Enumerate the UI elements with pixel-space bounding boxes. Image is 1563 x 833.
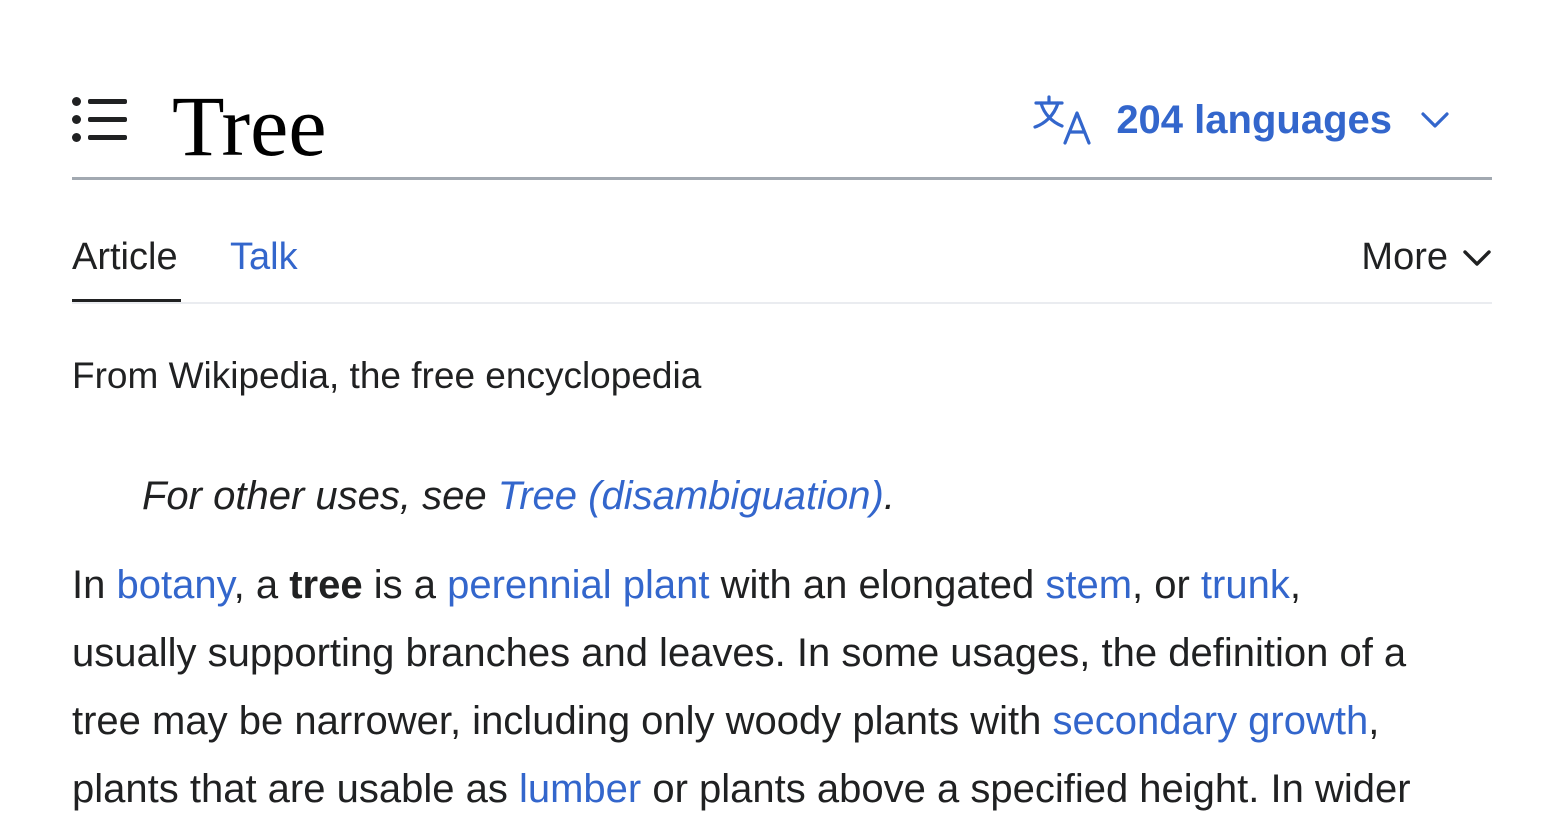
- text-run: with an elongated: [709, 563, 1046, 607]
- title-row: Tree 204 languages: [72, 76, 1492, 176]
- text-run: is a: [362, 563, 448, 607]
- text-run: plants that are usable as: [72, 767, 519, 811]
- site-tagline: From Wikipedia, the free encyclopedia: [72, 355, 702, 396]
- text-run: , a: [233, 563, 290, 607]
- link-stem[interactable]: stem: [1045, 563, 1132, 607]
- translate-icon: [1033, 95, 1091, 145]
- text-run: ,: [1368, 699, 1380, 743]
- text-run: ,: [1289, 563, 1301, 607]
- link-lumber[interactable]: lumber: [519, 767, 641, 811]
- lead-paragraph: In botany, a tree is a perennial plant w…: [72, 551, 1492, 823]
- languages-button[interactable]: 204 languages: [1032, 92, 1450, 148]
- text-run: In: [72, 563, 117, 607]
- chevron-down-icon: [1463, 249, 1491, 266]
- paragraph-line: usually supporting branches and leaves. …: [72, 631, 1407, 675]
- tab-article[interactable]: Article: [72, 236, 178, 279]
- bold-term: tree: [289, 563, 363, 607]
- hatnote: For other uses, see Tree (disambiguation…: [142, 474, 895, 519]
- table-of-contents-button[interactable]: [72, 96, 128, 144]
- text-run: , or: [1132, 563, 1201, 607]
- chevron-down-icon: [1421, 112, 1449, 128]
- link-botany[interactable]: botany: [116, 563, 233, 607]
- page-title: Tree: [172, 78, 327, 174]
- paragraph-line: plants that are usable as lumber or plan…: [72, 755, 1492, 823]
- more-label: More: [1361, 236, 1448, 278]
- link-secondary-growth[interactable]: secondary growth: [1053, 699, 1369, 743]
- disambiguation-link[interactable]: Tree (disambiguation): [498, 474, 884, 518]
- hatnote-prefix: For other uses, see: [142, 474, 498, 518]
- link-trunk[interactable]: trunk: [1201, 563, 1290, 607]
- page-tabs: Article Talk More: [72, 230, 1492, 304]
- text-run: tree may be narrower, including only woo…: [72, 699, 1053, 743]
- tabs-divider: [72, 302, 1492, 304]
- link-perennial-plant[interactable]: perennial plant: [447, 563, 709, 607]
- title-divider: [72, 177, 1492, 180]
- hatnote-suffix: .: [883, 474, 895, 518]
- more-menu-button[interactable]: More: [1361, 236, 1492, 279]
- paragraph-line: tree may be narrower, including only woo…: [72, 687, 1492, 755]
- tab-talk[interactable]: Talk: [230, 236, 298, 279]
- languages-label: 204 languages: [1116, 97, 1392, 142]
- text-run: or plants above a specified height. In w…: [641, 767, 1411, 811]
- paragraph-line: In botany, a tree is a perennial plant w…: [72, 551, 1492, 619]
